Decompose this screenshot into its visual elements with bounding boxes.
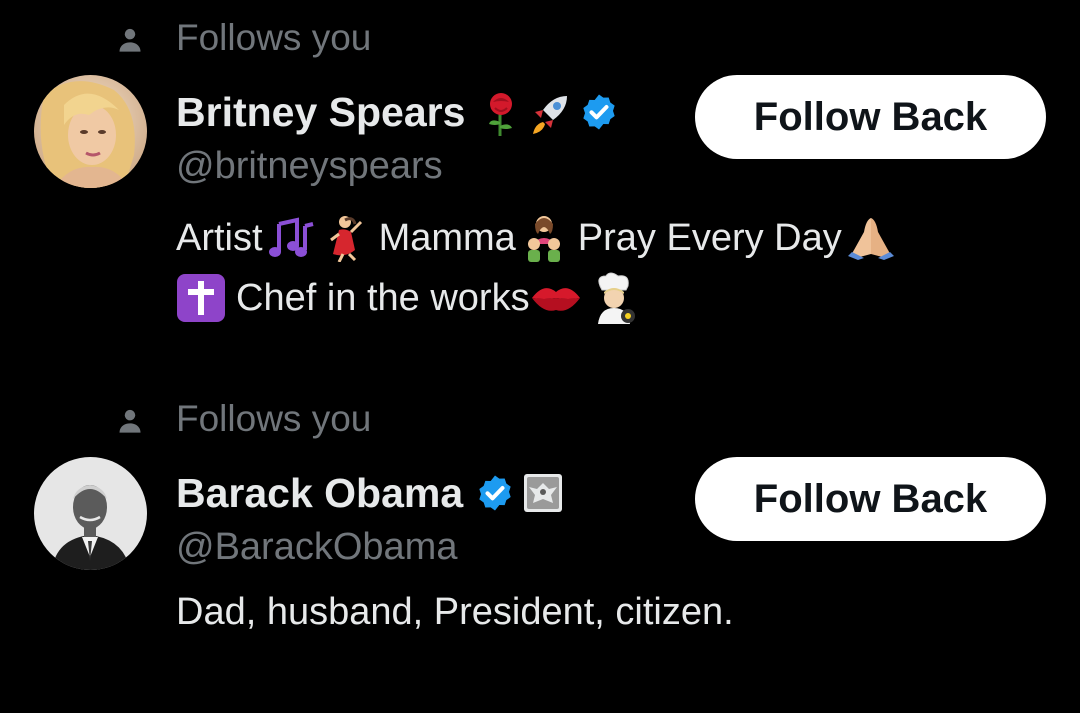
follows-you-row: Follows you [0,18,600,58]
rocket-emoji [529,92,571,134]
follows-you-row: Follows you [0,399,600,439]
bio-text: Mamma [378,217,516,259]
latin-cross-emoji [176,273,226,323]
name-row[interactable]: Barack Obama [176,465,563,521]
bio: Artist Mamma Pray Every Day Chef in the … [176,208,1056,328]
bio-text: Pray Every Day [577,217,842,259]
government-seal-badge[interactable] [523,473,563,513]
bio-line-1: Artist Mamma Pray Every Day [176,208,1056,268]
person-icon [119,409,141,433]
praying-hands-emoji [846,216,896,260]
musical-notes-emoji [267,216,317,260]
bio-line-1: Dad, husband, President, citizen. [176,582,1056,642]
bio: Dad, husband, President, citizen. [176,582,1056,642]
bio-text: Artist [176,217,263,259]
family-emoji [520,214,568,262]
kiss-mark-emoji [530,280,582,316]
bio-text: Chef in the works [236,277,530,319]
follows-you-label: Follows you [176,17,372,58]
display-name[interactable]: Britney Spears [176,84,465,140]
handle: @BarackObama [176,526,458,568]
follower-card-obama[interactable]: Follows you Barack Obama @BarackObama Da… [0,380,1080,713]
follower-card-britney[interactable]: Follows you Britney Spears @britneyspear… [0,0,1080,380]
avatar[interactable] [34,457,147,570]
verified-badge[interactable] [475,473,515,513]
bio-line-2: Chef in the works [176,268,1056,328]
display-name[interactable]: Barack Obama [176,465,463,521]
person-icon [119,28,141,52]
follow-back-button[interactable]: Follow Back [695,75,1046,159]
follows-you-label: Follows you [176,398,372,439]
follow-back-button[interactable]: Follow Back [695,457,1046,541]
dancer-emoji [325,214,365,262]
avatar[interactable] [34,75,147,188]
rose-emoji [483,92,519,136]
verified-badge[interactable] [579,92,619,132]
name-row[interactable]: Britney Spears [176,84,619,140]
bio-text: Dad, husband, President, citizen. [176,591,734,633]
cook-emoji [590,272,638,324]
handle: @britneyspears [176,145,443,187]
